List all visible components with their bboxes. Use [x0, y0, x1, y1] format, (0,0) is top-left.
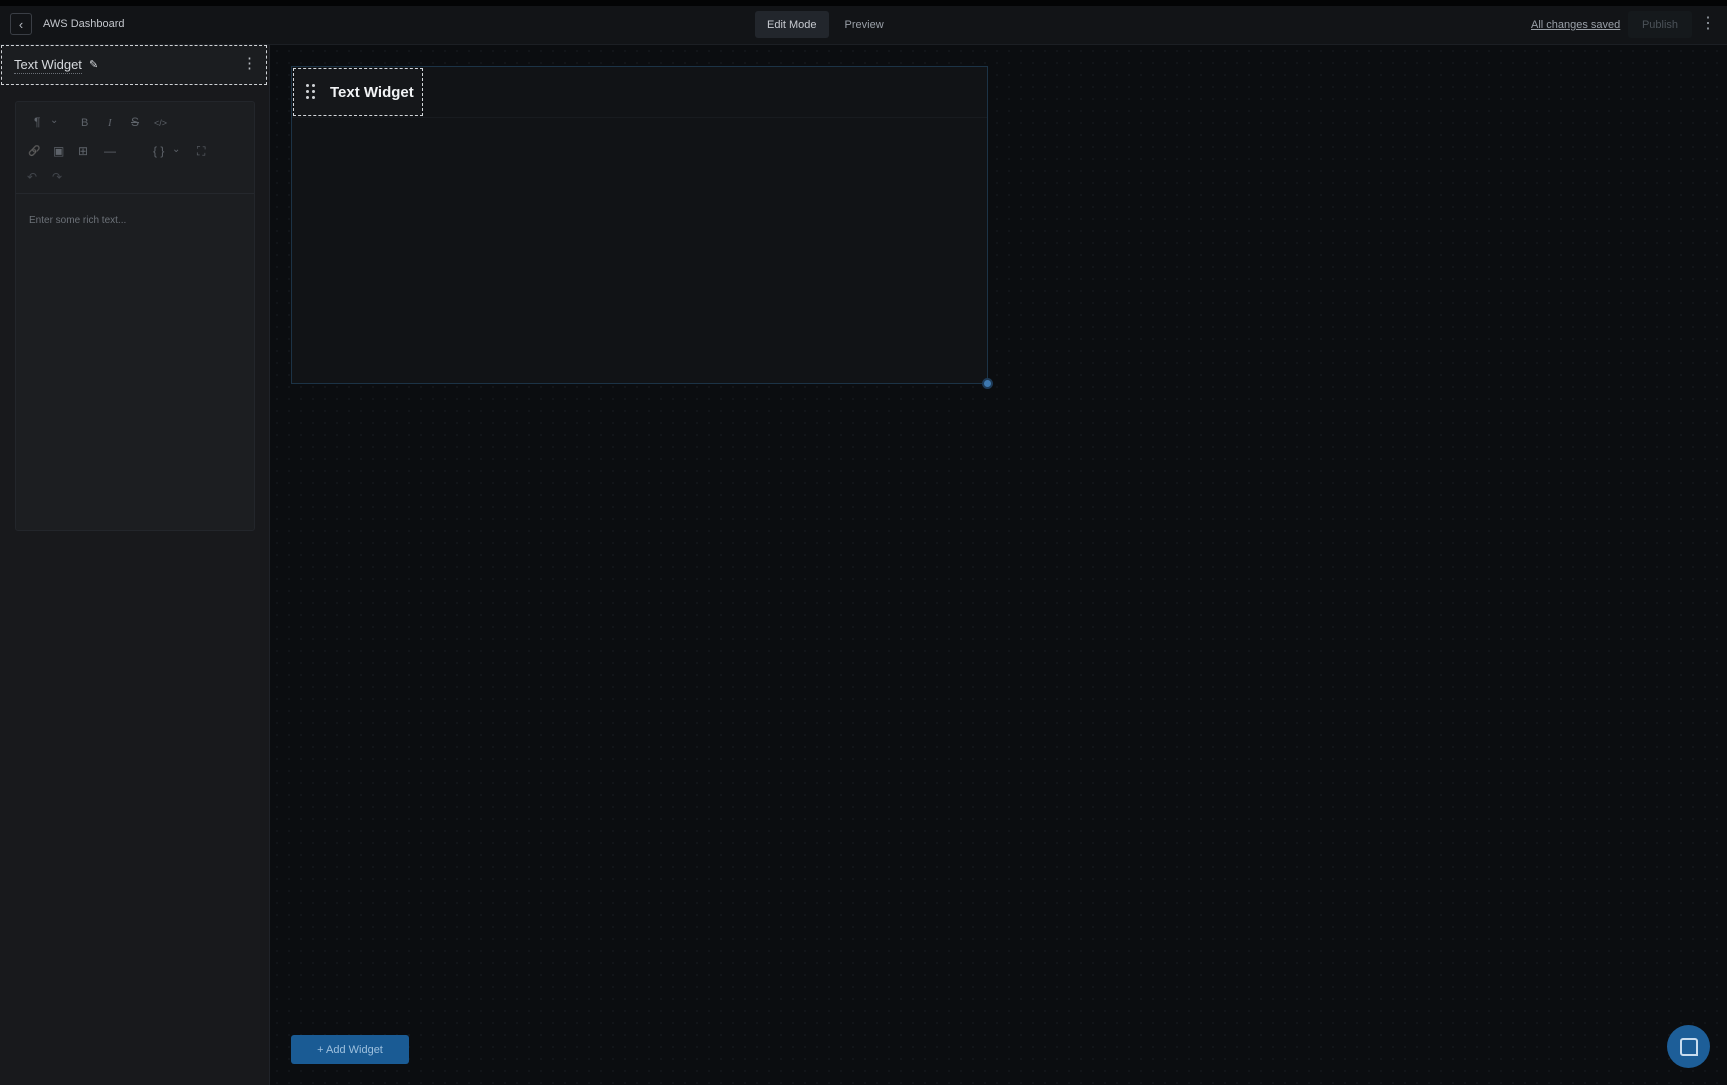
widget-title-box[interactable]: Text Widget: [293, 68, 423, 116]
strikethrough-icon[interactable]: S: [131, 115, 139, 129]
chevron-down-icon[interactable]: ⌄: [50, 114, 58, 128]
panel-menu-icon[interactable]: ⋮: [242, 54, 257, 72]
panel-title[interactable]: Text Widget: [14, 57, 82, 74]
text-widget-card[interactable]: Text Widget: [291, 66, 988, 384]
chat-icon: [1679, 1037, 1698, 1056]
widget-header: Text Widget: [292, 67, 987, 118]
mode-tabs: Edit Mode Preview: [755, 11, 896, 38]
back-button[interactable]: ‹: [10, 13, 32, 35]
widget-settings-sidebar: Text Widget ✎ ⋮ ¶ ⌄ B I S </> 🔗 ▣ ⊞ — { …: [0, 45, 270, 1085]
pencil-icon[interactable]: ✎: [89, 58, 98, 71]
chevron-left-icon: ‹: [18, 16, 24, 32]
top-bar: ‹ AWS Dashboard Edit Mode Preview All ch…: [0, 6, 1727, 45]
widget-title: Text Widget: [330, 84, 414, 101]
image-icon[interactable]: ▣: [53, 144, 64, 158]
variables-icon[interactable]: { }: [153, 144, 164, 158]
dashboard-title: AWS Dashboard: [43, 18, 125, 30]
redo-icon[interactable]: ↷: [52, 170, 62, 184]
paragraph-icon[interactable]: ¶: [34, 115, 40, 129]
resize-handle[interactable]: [982, 378, 993, 389]
fullscreen-icon[interactable]: ⛶: [197, 144, 205, 158]
tab-edit-mode[interactable]: Edit Mode: [755, 11, 829, 38]
link-icon[interactable]: 🔗: [28, 145, 40, 159]
variables-chevron-icon[interactable]: ⌄: [172, 143, 180, 157]
add-widget-button[interactable]: + Add Widget: [291, 1035, 409, 1064]
drag-handle-icon[interactable]: [306, 84, 316, 100]
table-icon[interactable]: ⊞: [78, 144, 88, 158]
save-status-link[interactable]: All changes saved: [1531, 19, 1620, 31]
editor-placeholder[interactable]: Enter some rich text...: [29, 215, 126, 226]
tab-preview[interactable]: Preview: [833, 11, 896, 38]
bold-icon[interactable]: B: [81, 116, 88, 130]
rich-text-editor: ¶ ⌄ B I S </> 🔗 ▣ ⊞ — { } ⌄ ⛶ ↶ ↷ Enter …: [15, 101, 255, 531]
chat-support-button[interactable]: [1667, 1025, 1710, 1068]
publish-button[interactable]: Publish: [1628, 11, 1692, 38]
italic-icon[interactable]: I: [108, 116, 112, 130]
undo-icon[interactable]: ↶: [27, 170, 37, 184]
editor-toolbar: ¶ ⌄ B I S </> 🔗 ▣ ⊞ — { } ⌄ ⛶ ↶ ↷: [16, 102, 254, 194]
panel-title-bar: Text Widget ✎ ⋮: [1, 45, 267, 85]
horizontal-rule-icon[interactable]: —: [104, 144, 116, 158]
more-options-icon[interactable]: ⋮: [1700, 13, 1716, 35]
code-icon[interactable]: </>: [154, 116, 167, 130]
